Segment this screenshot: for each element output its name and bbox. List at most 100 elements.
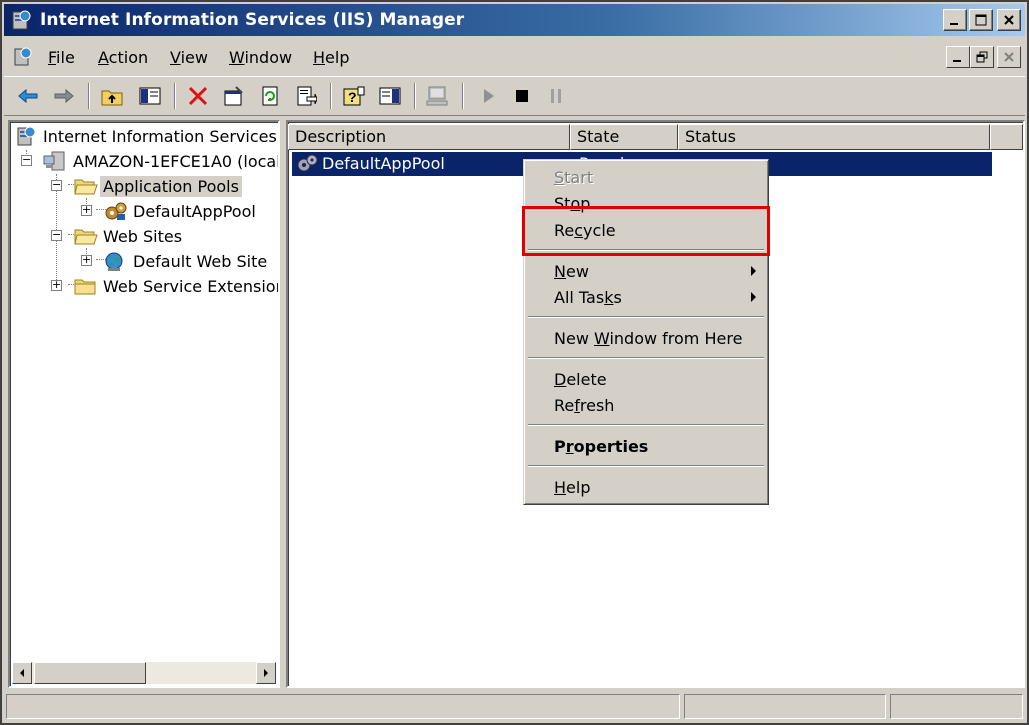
close-icon [1004,15,1014,25]
web-service-ext-expand-toggle[interactable]: + [51,279,62,291]
title-bar[interactable]: Internet Information Services (IIS) Mana… [4,4,1025,36]
delete-button[interactable] [184,82,212,110]
mmc-document-icon[interactable] [12,46,34,68]
tree-horizontal-scrollbar[interactable] [12,662,276,684]
folder-open-icon [74,179,98,195]
default-app-pool-expand-toggle[interactable]: + [81,204,92,216]
stop-icon [516,90,528,102]
scroll-thumb[interactable] [34,662,146,684]
ctx-new-window-pre: New [554,329,594,348]
ctx-menu-start[interactable]: Start [554,168,593,187]
row-description: DefaultAppPool [322,154,445,173]
ctx-new-window-post: indow from Here [609,329,743,348]
forward-arrow-icon [54,88,74,104]
delete-icon [188,86,208,106]
mdi-close-button[interactable] [997,46,1021,68]
pause-button[interactable] [542,82,570,110]
column-header-state[interactable]: State [570,124,678,150]
folder-open-icon [74,229,98,245]
ctx-menu-new[interactable]: New [554,262,589,281]
default-web-site-expand-toggle[interactable]: + [81,254,92,266]
app-pool-gears-icon [297,154,318,172]
status-cell-tertiary [890,694,1023,719]
ctx-menu-refresh[interactable]: Refresh [554,396,614,415]
window-title: Internet Information Services (IIS) Mana… [40,10,465,30]
submenu-arrow-icon [751,266,756,276]
pause-icon [551,89,561,103]
tree-label-default-web-site: Default Web Site [133,251,268,271]
status-cell-secondary [684,694,886,719]
tree-label-application-pools: Application Pools [100,175,242,197]
properties-icon [224,86,243,106]
connect-computer-button[interactable] [424,82,452,110]
tree-label-web-service-extensions: Web Service Extension [103,276,280,296]
close-icon [1004,52,1014,62]
tree-item-web-service-extensions[interactable]: Web Service Extension [72,274,280,298]
iis-manager-window: Internet Information Services (IIS) Mana… [0,0,1029,725]
tree-item-default-app-pool[interactable]: DefaultAppPool [102,199,259,223]
close-button[interactable] [997,9,1021,31]
tree-label-server: AMAZON-1EFCE1A0 (local [73,151,280,171]
refresh-button[interactable] [256,82,284,110]
menu-file-label: ile [56,48,75,67]
tree-item-application-pools[interactable]: Application Pools [72,174,242,198]
column-header-status[interactable]: Status [678,124,990,150]
menu-action-label: ction [108,48,149,67]
mdi-minimize-button[interactable] [946,46,970,68]
menu-view[interactable]: View [170,48,208,67]
help-button[interactable]: ? [340,82,368,110]
start-button[interactable] [474,82,502,110]
ctx-menu-properties[interactable]: Properties [554,437,648,456]
tree-item-iis-root[interactable]: Internet Information Services [14,124,278,148]
stop-button[interactable] [508,82,536,110]
tree-item-web-sites[interactable]: Web Sites [72,224,185,248]
ctx-menu-new-window[interactable]: New Window from Here [554,329,742,348]
show-hide-action-pane-icon [379,87,401,105]
ctx-menu-help[interactable]: Help [554,478,590,497]
tree-item-default-web-site[interactable]: Default Web Site [102,249,270,273]
computer-icon [426,86,448,106]
back-button[interactable] [14,82,42,110]
menu-help-label: elp [325,48,350,67]
ctx-menu-all-tasks[interactable]: All Tasks [554,288,622,307]
minimize-button[interactable] [943,9,967,31]
ctx-menu-delete[interactable]: Delete [554,370,607,389]
app-pools-collapse-toggle[interactable]: − [51,179,62,191]
tree-label-iis-root: Internet Information Services [43,126,277,146]
menu-help[interactable]: Help [313,48,349,67]
ctx-new-key: N [554,262,566,281]
globe-icon [105,252,123,271]
menu-action[interactable]: Action [98,48,148,67]
ctx-all-tasks-post: s [613,288,622,307]
up-one-level-icon [101,90,123,106]
web-sites-collapse-toggle[interactable]: − [51,229,62,241]
mdi-restore-button[interactable] [970,46,994,68]
ctx-help-key: H [554,478,567,497]
back-arrow-icon [18,88,38,104]
properties-button[interactable] [220,82,248,110]
scroll-left-arrow-icon [20,669,24,677]
server-collapse-toggle[interactable]: − [21,154,32,166]
menu-file-key: F [48,48,57,67]
menu-window[interactable]: Window [229,48,292,67]
forward-button[interactable] [50,82,78,110]
menu-file[interactable]: File [48,48,75,67]
show-hide-tree-button[interactable] [136,82,164,110]
tree-label-web-sites: Web Sites [103,226,183,246]
svg-text:?: ? [348,89,357,105]
show-hide-action-pane-button[interactable] [376,82,404,110]
console-tree-pane[interactable]: Internet Information Services − AMAZON-1… [8,120,280,688]
up-one-level-button[interactable] [98,82,126,110]
ctx-delete-post: elete [566,370,607,389]
menu-window-key: W [229,48,245,67]
scroll-left-button[interactable] [12,662,32,684]
tree-item-server[interactable]: AMAZON-1EFCE1A0 (local [42,149,280,173]
export-list-button[interactable] [292,82,320,110]
ctx-start-key: S [554,168,565,187]
menu-view-label: iew [180,48,208,67]
scroll-right-button[interactable] [256,662,276,684]
maximize-button[interactable] [969,9,993,31]
menu-window-label: indow [244,48,293,67]
ctx-start-post: tart [564,168,594,187]
column-header-description[interactable]: Description [288,124,570,150]
